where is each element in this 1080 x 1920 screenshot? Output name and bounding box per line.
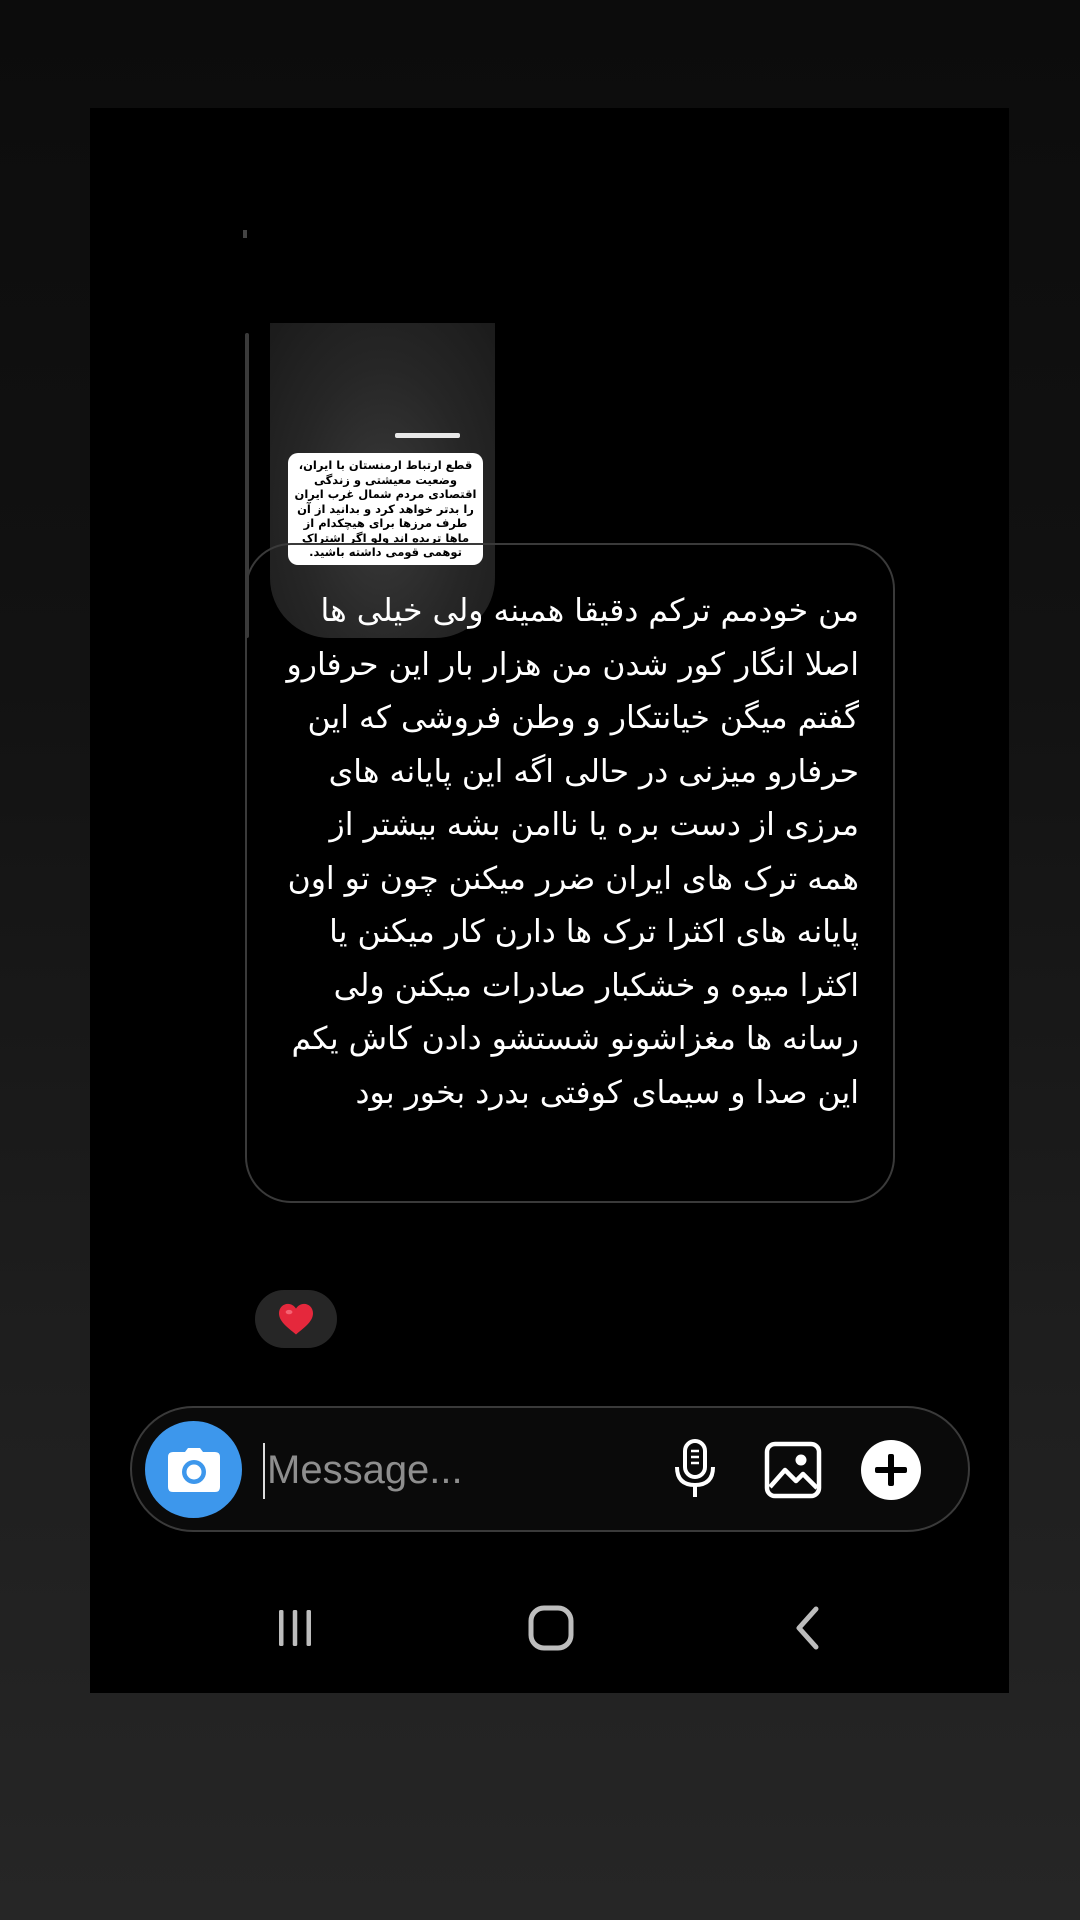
camera-icon [167, 1447, 220, 1492]
home-icon [528, 1605, 574, 1651]
message-text: من خودمم ترکم دقیقا همینه ولی خیلی ها اص… [286, 593, 859, 1111]
text-caret [263, 1443, 265, 1499]
message-bubble[interactable]: من خودمم ترکم دقیقا همینه ولی خیلی ها اص… [245, 543, 895, 1203]
gallery-icon [764, 1441, 822, 1499]
camera-button[interactable] [145, 1421, 242, 1518]
message-composer [130, 1406, 970, 1532]
heart-icon [279, 1303, 313, 1335]
message-input[interactable] [267, 1438, 637, 1502]
microphone-icon [675, 1439, 715, 1497]
home-button[interactable] [511, 1598, 591, 1658]
back-icon [796, 1606, 819, 1650]
reaction-badge[interactable] [255, 1290, 337, 1348]
voice-button[interactable] [664, 1439, 726, 1501]
recents-icon [279, 1610, 311, 1646]
story-progress-bar [395, 433, 460, 438]
chat-screen: قطع ارتباط ارمنستان با ایران، وضعیت معیش… [90, 108, 1009, 1693]
gallery-button[interactable] [762, 1439, 824, 1501]
add-button[interactable] [860, 1439, 922, 1501]
plus-circle-icon [861, 1440, 921, 1500]
back-button[interactable] [767, 1598, 847, 1658]
reply-marker [243, 230, 247, 238]
recents-button[interactable] [255, 1598, 335, 1658]
system-navigation-bar [90, 1568, 1009, 1678]
